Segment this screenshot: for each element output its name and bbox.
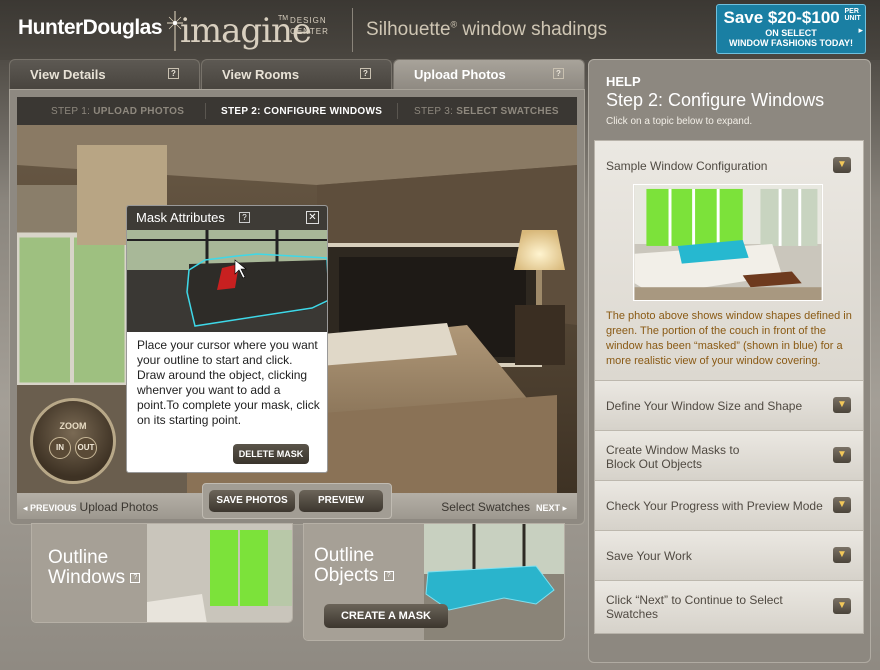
imagine-design-center-logo: imagine TM DESIGN CENTER xyxy=(160,9,350,53)
save-photos-button[interactable]: SAVE PHOTOS xyxy=(209,490,295,512)
accordion-item-preview-mode[interactable]: Check Your Progress with Preview Mode ▼ xyxy=(595,481,863,531)
design-center-wordmark: DESIGN CENTER xyxy=(290,16,329,36)
outline-objects-card[interactable]: Outline Objects ? CREATE A MASK xyxy=(303,523,565,641)
accordion-item-window-masks[interactable]: Create Window Masks to Block Out Objects… xyxy=(595,431,863,481)
accordion-item-define-size[interactable]: Define Your Window Size and Shape ▼ xyxy=(595,381,863,431)
mask-instructions: Place your cursor where you want your ou… xyxy=(137,338,320,427)
arrow-right-icon: ▸ xyxy=(858,25,863,35)
step-separator xyxy=(205,103,206,119)
help-label: HELP xyxy=(606,74,641,89)
tab-view-rooms[interactable]: View Rooms ? xyxy=(201,59,392,90)
chevron-down-icon[interactable]: ▼ xyxy=(833,397,851,413)
accordion-label: Define Your Window Size and Shape xyxy=(606,399,803,413)
product-name: Silhouette® window shadings xyxy=(366,19,608,40)
dialog-title: Mask Attributes xyxy=(136,210,225,225)
card-title: Outline Windows ? xyxy=(48,548,141,588)
chevron-down-icon[interactable]: ▼ xyxy=(833,547,851,563)
accordion-item-sample[interactable]: Sample Window Configuration ▼ The photo … xyxy=(595,141,863,381)
sample-window-image xyxy=(633,184,823,301)
step-1[interactable]: STEP 1: UPLOAD PHOTOS xyxy=(51,106,184,117)
outline-windows-card[interactable]: Outline Windows ? xyxy=(31,523,293,623)
card-title: Outline Objects ? xyxy=(314,546,394,586)
hunter-douglas-logo[interactable]: HunterDouglas xyxy=(18,16,163,40)
tab-label: Upload Photos xyxy=(414,67,506,82)
step-2: STEP 2: CONFIGURE WINDOWS xyxy=(221,106,383,117)
help-icon[interactable]: ? xyxy=(239,212,250,223)
next-button[interactable]: Select Swatches NEXT ▸ xyxy=(441,500,567,514)
mask-attributes-dialog: Mask Attributes ? ✕ Place your cursor wh… xyxy=(126,205,328,473)
tab-upload-photos[interactable]: Upload Photos ? xyxy=(393,59,585,90)
chevron-down-icon[interactable]: ▼ xyxy=(833,497,851,513)
accordion-label: Save Your Work xyxy=(606,549,692,563)
help-icon[interactable]: ? xyxy=(360,68,371,79)
dialog-header: Mask Attributes ? xyxy=(127,206,327,230)
help-title: Step 2: Configure Windows xyxy=(606,90,825,110)
accordion-label: Create Window Masks to Block Out Objects xyxy=(606,443,740,471)
previous-button[interactable]: ◂ PREVIOUS Upload Photos xyxy=(23,500,158,514)
step-separator xyxy=(397,103,398,119)
help-icon[interactable]: ? xyxy=(168,68,179,79)
accordion-label: Click “Next” to Continue to Select Swatc… xyxy=(606,593,783,621)
help-icon[interactable]: ? xyxy=(383,570,394,581)
help-subtitle: Click on a topic below to expand. xyxy=(606,116,753,127)
accordion-item-save-work[interactable]: Save Your Work ▼ xyxy=(595,531,863,581)
accordion-item-next[interactable]: Click “Next” to Continue to Select Swatc… xyxy=(595,581,863,633)
action-button-group: SAVE PHOTOS PREVIEW xyxy=(202,483,392,519)
tab-view-details[interactable]: View Details ? xyxy=(9,59,200,90)
header-divider xyxy=(352,8,353,52)
tab-label: View Rooms xyxy=(222,67,300,82)
zoom-label: ZOOM xyxy=(59,421,87,431)
zoom-control: ZOOM IN OUT xyxy=(30,398,116,484)
zoom-out-button[interactable]: OUT xyxy=(75,437,97,459)
sample-description: The photo above shows window shapes defi… xyxy=(606,310,852,367)
close-button[interactable]: ✕ xyxy=(306,211,319,224)
promo-banner[interactable]: Save $20-$100 PER UNIT ON SELECT WINDOW … xyxy=(716,4,866,54)
zoom-in-button[interactable]: IN xyxy=(49,437,71,459)
delete-mask-button[interactable]: DELETE MASK xyxy=(233,444,309,464)
step-indicator: STEP 1: UPLOAD PHOTOS STEP 2: CONFIGURE … xyxy=(17,97,577,125)
preview-button[interactable]: PREVIEW xyxy=(299,490,383,512)
help-accordion: Sample Window Configuration ▼ The photo … xyxy=(594,140,864,634)
help-icon[interactable]: ? xyxy=(130,572,141,583)
chevron-down-icon[interactable]: ▼ xyxy=(833,447,851,463)
step-3[interactable]: STEP 3: SELECT SWATCHES xyxy=(414,106,559,117)
chevron-down-icon[interactable]: ▼ xyxy=(833,157,851,173)
accordion-label: Check Your Progress with Preview Mode xyxy=(606,499,823,513)
create-mask-button[interactable]: CREATE A MASK xyxy=(324,604,448,628)
mask-example-image xyxy=(127,230,327,332)
tab-label: View Details xyxy=(30,67,106,82)
trademark-mark: TM xyxy=(278,15,289,22)
chevron-down-icon[interactable]: ▼ xyxy=(833,598,851,614)
accordion-label: Sample Window Configuration xyxy=(606,159,768,173)
help-icon[interactable]: ? xyxy=(553,68,564,79)
